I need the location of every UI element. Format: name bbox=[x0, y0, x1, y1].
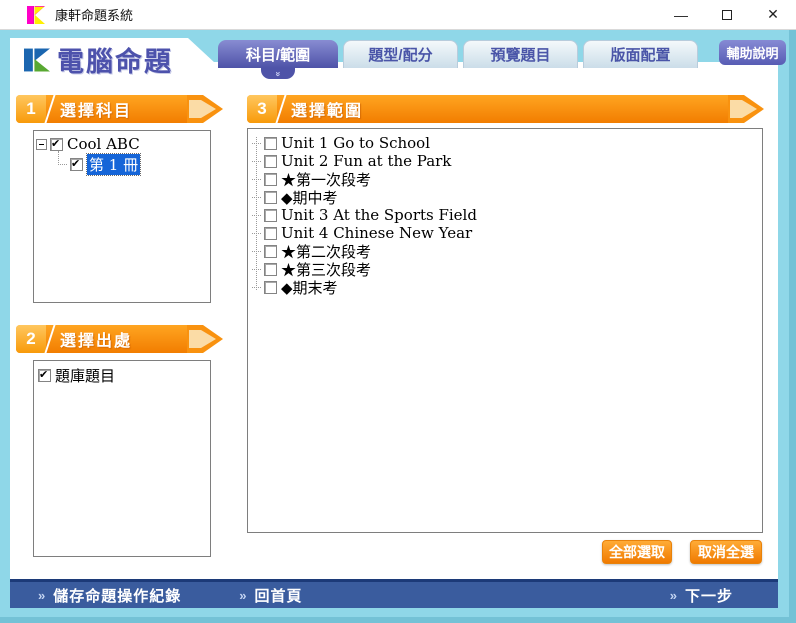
app-logo: 電腦命題 bbox=[24, 40, 173, 79]
section-range-banner: 3 選擇範圍 bbox=[247, 95, 766, 123]
range-item: Unit 3 At the Sports Field bbox=[252, 206, 758, 224]
minimize-button[interactable]: — bbox=[658, 0, 704, 30]
tree-row-child: 第 1 冊 bbox=[58, 151, 208, 176]
range-item-label[interactable]: Unit 4 Chinese New Year bbox=[281, 224, 472, 242]
maximize-icon bbox=[722, 9, 732, 20]
tree-connector bbox=[58, 151, 67, 165]
tab-3[interactable]: 版面配置 bbox=[583, 40, 698, 68]
tree-connector bbox=[256, 137, 257, 290]
list-item: 題庫題目 bbox=[38, 365, 206, 386]
range-item-label[interactable]: ◆期中考 bbox=[281, 187, 338, 208]
tab-1[interactable]: 題型/配分 bbox=[343, 40, 458, 68]
banner-divider bbox=[44, 95, 56, 123]
range-list: Unit 1 Go to School Unit 2 Fun at the Par… bbox=[247, 128, 763, 533]
deselect-all-button[interactable]: 取消全選 bbox=[690, 540, 762, 564]
range-item-label[interactable]: ◆期末考 bbox=[281, 277, 338, 298]
range-item: ◆期中考 bbox=[252, 187, 758, 208]
tree-node-label-selected[interactable]: 第 1 冊 bbox=[85, 152, 142, 176]
title-bar: 康軒命題系統 — ✕ bbox=[0, 0, 796, 30]
range-item-label[interactable]: Unit 3 At the Sports Field bbox=[281, 206, 477, 224]
range-item: ★第二次段考 bbox=[252, 242, 758, 261]
checkbox[interactable] bbox=[50, 137, 63, 151]
section-subject-banner: 1 選擇科目 bbox=[16, 95, 225, 123]
section-source-banner: 2 選擇出處 bbox=[16, 325, 225, 353]
tab-2[interactable]: 預覽題目 bbox=[463, 40, 578, 68]
chevron-right-icon: » bbox=[38, 587, 47, 603]
tree-node-label[interactable]: Cool ABC bbox=[67, 135, 140, 153]
tree-row-root: Cool ABC bbox=[36, 135, 208, 153]
home-button[interactable]: » 回首頁 bbox=[239, 585, 302, 606]
range-item-label[interactable]: Unit 1 Go to School bbox=[281, 134, 430, 152]
footer-bar: » 儲存命題操作紀錄 » 回首頁 » 下一步 bbox=[10, 579, 778, 608]
help-button[interactable]: 輔助說明 bbox=[719, 40, 786, 65]
section-title: 選擇科目 bbox=[60, 103, 133, 120]
checkbox[interactable] bbox=[264, 280, 277, 294]
section-number: 3 bbox=[247, 95, 277, 123]
section-number: 1 bbox=[16, 95, 46, 123]
app-logo-text: 電腦命題 bbox=[57, 47, 173, 77]
range-item: Unit 4 Chinese New Year bbox=[252, 224, 758, 242]
section-title: 選擇範圍 bbox=[291, 103, 364, 120]
checkbox[interactable] bbox=[264, 172, 277, 186]
tab-bar: 科目/範圍» 題型/配分 預覽題目 版面配置 bbox=[218, 40, 698, 79]
chevron-down-icon: » bbox=[273, 71, 284, 76]
section-number: 2 bbox=[16, 325, 46, 353]
home-label: 回首頁 bbox=[254, 587, 303, 605]
banner-arrow-icon bbox=[187, 95, 223, 123]
tab-0[interactable]: 科目/範圍» bbox=[218, 40, 338, 79]
collapse-icon[interactable] bbox=[36, 138, 47, 150]
maximize-button[interactable] bbox=[704, 0, 750, 30]
active-tab-indicator: » bbox=[261, 68, 295, 79]
banner-arrow-icon bbox=[728, 95, 764, 123]
checkbox[interactable] bbox=[264, 226, 277, 240]
chevron-right-icon: » bbox=[669, 587, 678, 603]
range-item: ★第三次段考 bbox=[252, 260, 758, 279]
checkbox[interactable] bbox=[264, 190, 277, 204]
checkbox[interactable] bbox=[264, 136, 277, 150]
section-title: 選擇出處 bbox=[60, 333, 133, 350]
window-title: 康軒命題系統 bbox=[55, 8, 134, 23]
banner-arrow-icon bbox=[187, 325, 223, 353]
source-list: 題庫題目 bbox=[33, 360, 211, 557]
banner-divider bbox=[44, 325, 56, 353]
checkbox[interactable] bbox=[264, 208, 277, 222]
banner-divider bbox=[275, 95, 287, 123]
save-log-button[interactable]: » 儲存命題操作紀錄 bbox=[38, 585, 181, 606]
window-edge bbox=[789, 30, 796, 623]
checkbox[interactable] bbox=[70, 157, 83, 171]
checkbox[interactable] bbox=[264, 262, 277, 276]
range-item-label[interactable]: Unit 2 Fun at the Park bbox=[281, 152, 451, 170]
next-step-button[interactable]: » 下一步 bbox=[670, 585, 733, 606]
range-item: Unit 1 Go to School bbox=[252, 134, 758, 152]
close-button[interactable]: ✕ bbox=[750, 0, 796, 30]
source-item-label[interactable]: 題庫題目 bbox=[55, 365, 115, 386]
checkbox[interactable] bbox=[264, 154, 277, 168]
subject-tree: Cool ABC 第 1 冊 bbox=[33, 130, 211, 303]
range-item: ◆期末考 bbox=[252, 277, 758, 298]
window-edge bbox=[0, 617, 796, 623]
select-all-button[interactable]: 全部選取 bbox=[602, 540, 672, 564]
range-item: ★第一次段考 bbox=[252, 170, 758, 189]
save-log-label: 儲存命題操作紀錄 bbox=[53, 587, 182, 605]
brand-k-icon bbox=[24, 48, 50, 71]
chevron-right-icon: » bbox=[239, 587, 248, 603]
checkbox[interactable] bbox=[38, 368, 51, 382]
next-step-label: 下一步 bbox=[684, 587, 733, 605]
range-item: Unit 2 Fun at the Park bbox=[252, 152, 758, 170]
app-logo-icon bbox=[27, 5, 45, 24]
checkbox[interactable] bbox=[264, 244, 277, 258]
